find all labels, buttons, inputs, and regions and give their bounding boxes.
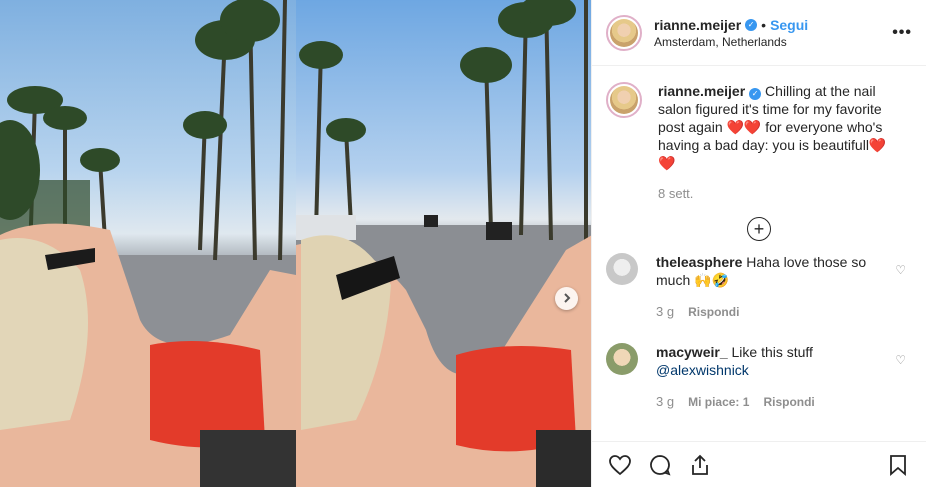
post-header: rianne.meijer ✓ • Segui Amsterdam, Nethe… <box>592 0 926 66</box>
plus-circle-icon[interactable]: + <box>747 217 771 241</box>
avatar[interactable] <box>606 14 642 51</box>
photo-right-panel <box>295 0 591 487</box>
comment-item: macyweir_ Like this stuff @alexwishnick … <box>606 343 912 411</box>
heart-icon[interactable] <box>606 451 634 479</box>
caption: rianne.meijer ✓ Chilling at the nail salo… <box>606 82 912 172</box>
action-bar <box>592 441 926 487</box>
reply-button[interactable]: Rispondi <box>688 303 739 321</box>
comment-time: 3 g <box>656 304 675 319</box>
caption-avatar[interactable] <box>606 82 642 118</box>
mention-link[interactable]: @alexwishnick <box>656 362 749 378</box>
load-more: + <box>606 217 912 241</box>
carousel-next-button[interactable] <box>555 287 578 310</box>
comment-avatar[interactable] <box>606 343 638 375</box>
header-username[interactable]: rianne.meijer <box>654 17 741 33</box>
bookmark-icon[interactable] <box>884 451 912 479</box>
heart-icon[interactable]: ♡ <box>895 263 906 277</box>
post-photo[interactable] <box>0 0 591 487</box>
verified-badge-icon: ✓ <box>745 18 758 31</box>
comments-section: rianne.meijer ✓ Chilling at the nail salo… <box>592 66 926 441</box>
location-link[interactable]: Amsterdam, Netherlands <box>654 35 892 49</box>
more-options-icon[interactable]: ••• <box>892 24 912 42</box>
comment-bubble-icon[interactable] <box>646 451 674 479</box>
verified-badge-icon: ✓ <box>749 88 762 100</box>
caption-text-block: rianne.meijer ✓ Chilling at the nail salo… <box>658 82 898 172</box>
reply-button[interactable]: Rispondi <box>763 393 814 411</box>
caption-time: 8 sett. <box>658 186 694 201</box>
photo-left-image <box>0 0 296 487</box>
comment-username[interactable]: macyweir_ <box>656 344 728 360</box>
separator-dot: • <box>761 16 767 33</box>
follow-button[interactable]: Segui <box>770 17 808 33</box>
comment-username[interactable]: theleasphere <box>656 254 742 270</box>
caption-username[interactable]: rianne.meijer <box>658 83 745 99</box>
comment-avatar[interactable] <box>606 253 638 285</box>
chevron-right-icon <box>562 290 572 308</box>
heart-icon[interactable]: ♡ <box>895 353 906 367</box>
photo-left-panel <box>0 0 296 487</box>
share-icon[interactable] <box>686 451 714 479</box>
post-side-panel: rianne.meijer ✓ • Segui Amsterdam, Nethe… <box>591 0 926 487</box>
comment-item: theleasphere Haha love those so much 🙌🤣 … <box>606 253 912 321</box>
comment-time: 3 g <box>656 394 675 409</box>
post-view: rianne.meijer ✓ • Segui Amsterdam, Nethe… <box>0 0 926 487</box>
likes-count[interactable]: Mi piace: 1 <box>688 393 749 411</box>
photo-right-image <box>295 0 591 487</box>
comment-text: Like this stuff <box>727 344 813 360</box>
